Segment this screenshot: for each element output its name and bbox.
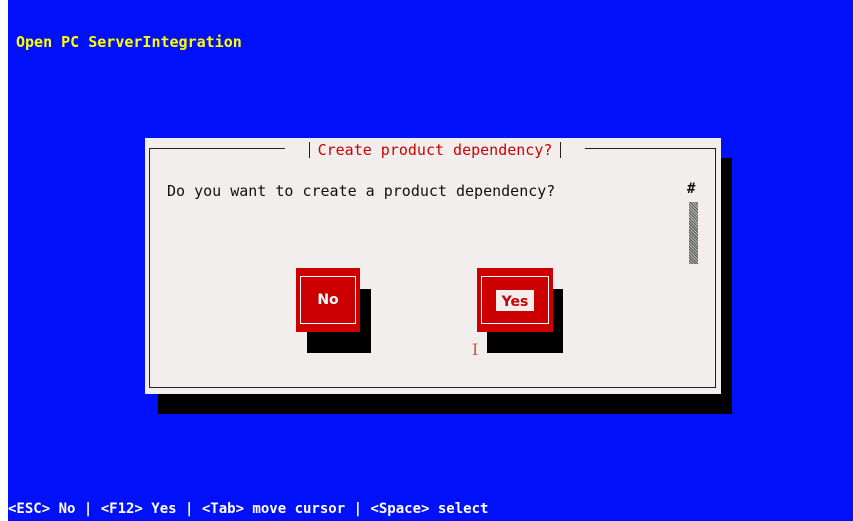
title-divider-right bbox=[560, 142, 562, 158]
confirm-dialog: Create product dependency? Do you want t… bbox=[145, 138, 721, 394]
dialog-scrollbar[interactable] bbox=[689, 202, 698, 264]
yes-button-label: Yes bbox=[501, 293, 529, 310]
yes-button-highlight: Yes bbox=[495, 289, 535, 311]
yes-button[interactable]: Yes bbox=[477, 268, 553, 332]
dialog-title-bar: Create product dependency? bbox=[285, 138, 585, 162]
scroll-indicator: # bbox=[687, 181, 696, 197]
no-button-label: No bbox=[317, 292, 339, 308]
keyboard-help-bar: <ESC> No | <F12> Yes | <Tab> move cursor… bbox=[8, 501, 489, 517]
no-button[interactable]: No bbox=[296, 268, 360, 332]
dialog-question: Do you want to create a product dependen… bbox=[167, 182, 556, 200]
screen-left-edge bbox=[0, 0, 8, 521]
yes-button-frame: Yes bbox=[481, 276, 549, 324]
no-button-frame: No bbox=[300, 276, 356, 324]
app-title: Open PC ServerIntegration bbox=[16, 33, 242, 51]
dialog-title: Create product dependency? bbox=[317, 141, 553, 159]
i-beam-cursor-icon: I bbox=[472, 340, 479, 359]
title-divider-left bbox=[308, 142, 310, 158]
